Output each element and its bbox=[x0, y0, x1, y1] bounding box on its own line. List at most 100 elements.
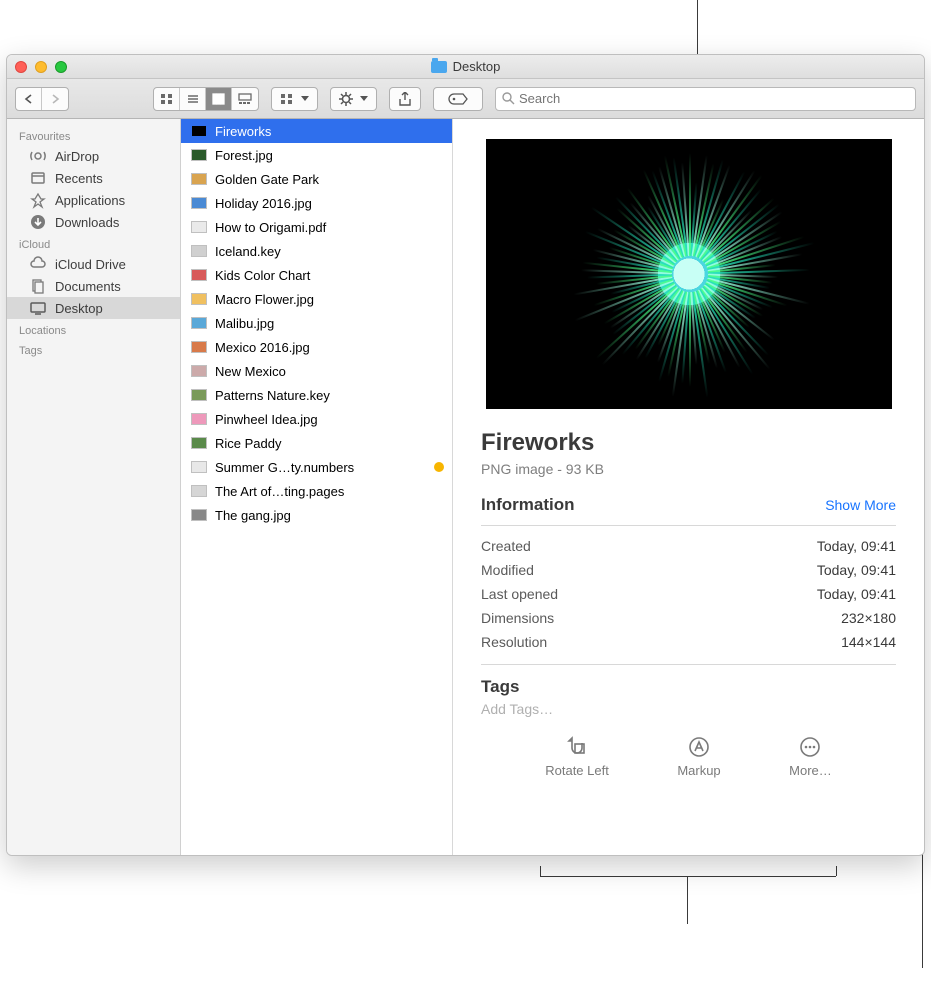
file-row[interactable]: Kids Color Chart bbox=[181, 263, 452, 287]
view-list-button[interactable] bbox=[180, 88, 206, 110]
file-row[interactable]: Pinwheel Idea.jpg bbox=[181, 407, 452, 431]
file-row[interactable]: How to Origami.pdf bbox=[181, 215, 452, 239]
rotate-left-icon bbox=[565, 735, 589, 759]
tag-icon bbox=[448, 93, 468, 105]
file-row[interactable]: Forest.jpg bbox=[181, 143, 452, 167]
sidebar-item-desktop[interactable]: Desktop bbox=[7, 297, 180, 319]
info-value: 232×180 bbox=[841, 610, 896, 626]
sidebar-item-label: AirDrop bbox=[55, 149, 99, 164]
info-label: Dimensions bbox=[481, 610, 554, 626]
back-button[interactable] bbox=[16, 88, 42, 110]
preview-pane: Fireworks PNG image - 93 KB Information … bbox=[453, 119, 924, 855]
preview-subtitle: PNG image - 93 KB bbox=[481, 461, 896, 477]
view-icon-button[interactable] bbox=[154, 88, 180, 110]
file-row[interactable]: The Art of…ting.pages bbox=[181, 479, 452, 503]
sidebar-heading: Tags bbox=[7, 339, 180, 359]
view-gallery-button[interactable] bbox=[232, 88, 258, 110]
quick-action-label: Rotate Left bbox=[545, 763, 609, 778]
info-row: ModifiedToday, 09:41 bbox=[481, 558, 896, 582]
file-thumbnail bbox=[191, 293, 207, 305]
info-heading: Information bbox=[481, 495, 575, 515]
sidebar-item-label: iCloud Drive bbox=[55, 257, 126, 272]
file-row[interactable]: Holiday 2016.jpg bbox=[181, 191, 452, 215]
sidebar-item-airdrop[interactable]: AirDrop bbox=[7, 145, 180, 167]
file-name: The gang.jpg bbox=[215, 508, 291, 523]
file-name: Iceland.key bbox=[215, 244, 281, 259]
action-button[interactable] bbox=[330, 87, 377, 111]
more-icon bbox=[798, 735, 822, 759]
sidebar-heading: Favourites bbox=[7, 125, 180, 145]
file-row[interactable]: New Mexico bbox=[181, 359, 452, 383]
toolbar bbox=[7, 79, 924, 119]
file-name: Golden Gate Park bbox=[215, 172, 319, 187]
file-row[interactable]: Macro Flower.jpg bbox=[181, 287, 452, 311]
group-by-button[interactable] bbox=[271, 87, 318, 111]
file-name: Mexico 2016.jpg bbox=[215, 340, 310, 355]
file-thumbnail bbox=[191, 269, 207, 281]
forward-button[interactable] bbox=[42, 88, 68, 110]
file-thumbnail bbox=[191, 413, 207, 425]
window-controls bbox=[15, 61, 67, 73]
file-thumbnail bbox=[191, 437, 207, 449]
info-value: Today, 09:41 bbox=[817, 586, 896, 602]
file-thumbnail bbox=[191, 317, 207, 329]
sidebar-heading: iCloud bbox=[7, 233, 180, 253]
file-name: How to Origami.pdf bbox=[215, 220, 326, 235]
recents-icon bbox=[29, 170, 47, 186]
file-name: Patterns Nature.key bbox=[215, 388, 330, 403]
file-thumbnail bbox=[191, 485, 207, 497]
file-name: Macro Flower.jpg bbox=[215, 292, 314, 307]
share-button[interactable] bbox=[389, 87, 421, 111]
file-row[interactable]: Summer G…ty.numbers bbox=[181, 455, 452, 479]
file-row[interactable]: Golden Gate Park bbox=[181, 167, 452, 191]
sidebar-item-label: Documents bbox=[55, 279, 121, 294]
info-row: Created Today, 09:41 bbox=[481, 534, 896, 558]
sidebar-item-icloud-drive[interactable]: iCloud Drive bbox=[7, 253, 180, 275]
callout-line-top bbox=[697, 0, 698, 54]
file-thumbnail bbox=[191, 221, 207, 233]
file-thumbnail bbox=[191, 125, 207, 137]
sidebar-item-applications[interactable]: Applications bbox=[7, 189, 180, 211]
downloads-icon bbox=[29, 214, 47, 230]
search-input[interactable] bbox=[519, 91, 909, 106]
file-row[interactable]: Rice Paddy bbox=[181, 431, 452, 455]
airdrop-icon bbox=[29, 148, 47, 164]
callout-tick-left bbox=[540, 866, 541, 876]
info-value: Today, 09:41 bbox=[817, 562, 896, 578]
file-row[interactable]: Iceland.key bbox=[181, 239, 452, 263]
file-thumbnail bbox=[191, 341, 207, 353]
sidebar-heading: Locations bbox=[7, 319, 180, 339]
tags-input[interactable]: Add Tags… bbox=[481, 697, 896, 735]
close-button[interactable] bbox=[15, 61, 27, 73]
file-row[interactable]: Patterns Nature.key bbox=[181, 383, 452, 407]
zoom-button[interactable] bbox=[55, 61, 67, 73]
info-value: Today, 09:41 bbox=[817, 538, 896, 554]
sidebar-item-downloads[interactable]: Downloads bbox=[7, 211, 180, 233]
tags-button[interactable] bbox=[433, 87, 483, 111]
quick-action-rotate-left[interactable]: Rotate Left bbox=[545, 735, 609, 778]
file-row[interactable]: Malibu.jpg bbox=[181, 311, 452, 335]
file-thumbnail bbox=[191, 245, 207, 257]
file-row[interactable]: The gang.jpg bbox=[181, 503, 452, 527]
search-icon bbox=[502, 92, 515, 105]
show-more-link[interactable]: Show More bbox=[825, 497, 896, 513]
search-field[interactable] bbox=[495, 87, 916, 111]
info-label: Last opened bbox=[481, 586, 558, 602]
minimize-button[interactable] bbox=[35, 61, 47, 73]
info-label: Resolution bbox=[481, 634, 547, 650]
file-row[interactable]: Mexico 2016.jpg bbox=[181, 335, 452, 359]
file-name: Pinwheel Idea.jpg bbox=[215, 412, 318, 427]
applications-icon bbox=[29, 192, 47, 208]
file-name: Holiday 2016.jpg bbox=[215, 196, 312, 211]
sidebar-item-recents[interactable]: Recents bbox=[7, 167, 180, 189]
view-column-button[interactable] bbox=[206, 88, 232, 110]
sidebar-item-documents[interactable]: Documents bbox=[7, 275, 180, 297]
view-switcher bbox=[153, 87, 259, 111]
quick-action-more-[interactable]: More… bbox=[789, 735, 832, 778]
callout-tick-right bbox=[836, 866, 837, 876]
file-thumbnail bbox=[191, 389, 207, 401]
quick-action-markup[interactable]: Markup bbox=[677, 735, 720, 778]
info-label: Created bbox=[481, 538, 531, 554]
file-row[interactable]: Fireworks bbox=[181, 119, 452, 143]
file-name: The Art of…ting.pages bbox=[215, 484, 344, 499]
